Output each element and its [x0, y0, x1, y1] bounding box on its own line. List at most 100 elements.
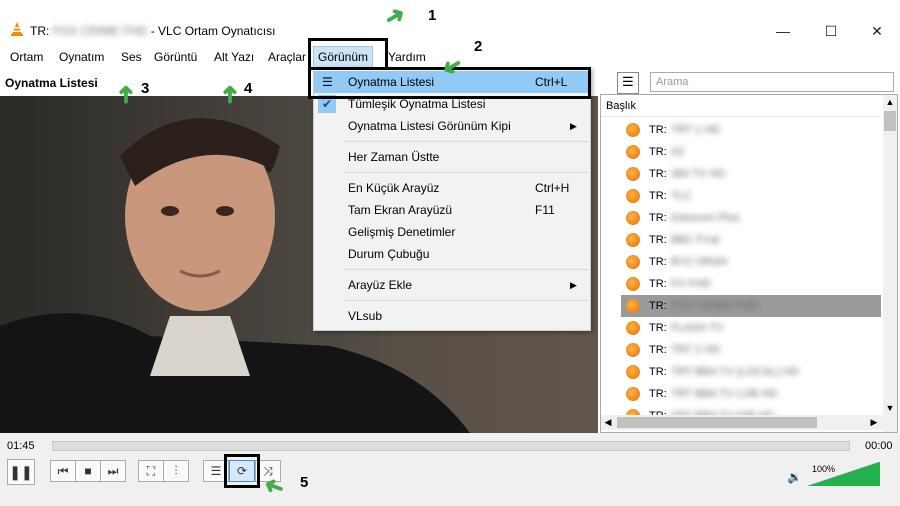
row-prefix: TR: — [649, 256, 667, 268]
item-label: En Küçük Arayüz — [348, 181, 440, 195]
gorunum-dropdown: ☰ Oynatma Listesi Ctrl+L ✔ Tümleşik Oyna… — [313, 67, 591, 331]
row-title: A2 — [671, 146, 685, 158]
annotation-arrow-3: ➜ — [112, 84, 140, 105]
menu-goruntu[interactable]: Görüntü — [150, 46, 201, 68]
annotation-number-4: 4 — [244, 80, 253, 97]
item-label: Tam Ekran Arayüzü — [348, 203, 453, 217]
maximize-button[interactable]: ☐ — [808, 18, 854, 44]
horizontal-scrollbar[interactable]: ◀ ▶ — [601, 415, 883, 430]
row-title: TRT BBA TV (LOCAL) HD — [671, 366, 799, 378]
row-prefix: TR: — [649, 146, 667, 158]
row-title: BYZ ORAN — [671, 256, 728, 268]
scroll-left-icon[interactable]: ◀ — [601, 415, 615, 430]
scroll-up-icon[interactable]: ▲ — [883, 95, 897, 109]
previous-button[interactable]: ⏮ — [50, 460, 76, 482]
vlc-globe-icon — [626, 299, 640, 313]
menu-item-arayuz-ekle[interactable]: Arayüz Ekle ▶ — [314, 274, 590, 296]
playlist-row[interactable]: TR: FLASH TV — [621, 317, 881, 339]
minimize-button[interactable]: — — [760, 18, 806, 44]
playlist-row[interactable]: TR: TRT BBA TV LOB HD — [621, 383, 881, 405]
total-time: 00:00 — [865, 440, 893, 452]
scroll-down-icon[interactable]: ▼ — [883, 401, 897, 415]
row-prefix: TR: — [649, 366, 667, 378]
volume-percent: 100% — [812, 464, 836, 474]
row-title: TRT BBA TV LOB HD — [671, 388, 778, 400]
scroll-right-icon[interactable]: ▶ — [867, 415, 881, 430]
menu-item-en-kucuk-arayuz[interactable]: En Küçük Arayüz Ctrl+H — [314, 177, 590, 199]
close-button[interactable]: ✕ — [854, 18, 900, 44]
playlist-row[interactable]: TR: BYZ ORAN — [621, 251, 881, 273]
pause-button[interactable]: ❚❚ — [7, 459, 35, 485]
fullscreen-button[interactable]: ⛶ — [138, 460, 164, 482]
playlist-row[interactable]: TR: TRT 2 HD — [621, 339, 881, 361]
menu-alt-yazi[interactable]: Alt Yazı — [210, 46, 258, 68]
playlist-row[interactable]: TR: A2 — [621, 141, 881, 163]
item-label: VLsub — [348, 309, 383, 323]
extended-settings-button[interactable]: ⫶ — [163, 460, 189, 482]
menu-item-her-zaman-ustte[interactable]: Her Zaman Üstte — [314, 146, 590, 168]
scroll-thumb[interactable] — [617, 417, 817, 428]
row-prefix: TR: — [649, 234, 667, 246]
title-channel: FOX CRIME FHD — [52, 24, 148, 38]
annotation-number-1: 1 — [428, 7, 437, 24]
row-prefix: TR: — [649, 300, 667, 312]
annotation-number-2: 2 — [474, 38, 483, 55]
scroll-thumb[interactable] — [884, 111, 896, 131]
vlc-globe-icon — [626, 233, 640, 247]
title-app: - VLC Ortam Oynatıcısı — [150, 24, 276, 38]
row-title: FOX CRIME FHD — [671, 300, 758, 312]
annotation-arrow-4: ➜ — [216, 84, 244, 105]
row-prefix: TR: — [649, 278, 667, 290]
menu-ses[interactable]: Ses — [117, 46, 146, 68]
menu-item-vlsub[interactable]: VLsub — [314, 305, 590, 327]
stop-button[interactable]: ■ — [75, 460, 101, 482]
menu-yardim[interactable]: Yardım — [384, 46, 430, 68]
annotation-box-5 — [224, 454, 260, 488]
row-prefix: TR: — [649, 388, 667, 400]
menu-item-gelismis-denetimler[interactable]: Gelişmiş Denetimler — [314, 221, 590, 243]
vlc-globe-icon — [626, 211, 640, 225]
vlc-globe-icon — [626, 365, 640, 379]
playlist-row[interactable]: TR: TLC — [621, 185, 881, 207]
submenu-arrow-icon: ▶ — [570, 121, 577, 131]
speaker-icon[interactable]: 🔉 — [787, 470, 802, 484]
menu-item-durum-cubugu[interactable]: Durum Çubuğu — [314, 243, 590, 265]
search-input[interactable]: Arama — [650, 72, 894, 92]
menu-oynatim[interactable]: Oynatım — [55, 46, 108, 68]
row-title: TRT 1 HD — [671, 124, 721, 136]
vlc-globe-icon — [626, 255, 640, 269]
playlist-row[interactable]: TR: Dolunum Plus — [621, 207, 881, 229]
title-prefix: TR: — [30, 24, 50, 38]
row-prefix: TR: — [649, 322, 667, 334]
playlist-row[interactable]: TR: TRT 1 HD — [621, 119, 881, 141]
playlist-title: Oynatma Listesi — [5, 76, 98, 90]
annotation-box-1 — [308, 38, 388, 70]
vlc-globe-icon — [626, 123, 640, 137]
playlist-row[interactable]: TR: BBC Fırat — [621, 229, 881, 251]
vlc-globe-icon — [626, 189, 640, 203]
playlist-row[interactable]: TR: FX FHD — [621, 273, 881, 295]
vlc-globe-icon — [626, 145, 640, 159]
next-button[interactable]: ⏭ — [100, 460, 126, 482]
vlc-globe-icon — [626, 387, 640, 401]
seek-bar[interactable] — [52, 441, 850, 451]
vertical-scrollbar[interactable]: ▲ ▼ — [883, 95, 897, 432]
playlist-panel: Başlık TR: TRT 1 HD TR: A2 TR: 360 TV HD TR: TL… — [600, 94, 898, 433]
playlist-row[interactable]: TR: 360 TV HD — [621, 163, 881, 185]
row-prefix: TR: — [649, 190, 667, 202]
row-title: FX FHD — [671, 278, 711, 290]
annotation-number-5: 5 — [300, 474, 309, 491]
vlc-globe-icon — [626, 321, 640, 335]
column-header-baslik[interactable]: Başlık — [601, 95, 881, 117]
menu-ortam[interactable]: Ortam — [6, 46, 47, 68]
playlist-row[interactable]: TR: TRT BBA TV (LOCAL) HD — [621, 361, 881, 383]
menu-separator — [344, 172, 588, 173]
menu-item-tam-ekran-arayuzu[interactable]: Tam Ekran Arayüzü F11 — [314, 199, 590, 221]
window-title: TR: FOX CRIME FHD - VLC Ortam Oynatıcısı — [30, 24, 275, 38]
vlc-cone-icon — [11, 22, 23, 36]
menu-item-gorunum-kipi[interactable]: Oynatma Listesi Görünüm Kipi ▶ — [314, 115, 590, 137]
playlist-row[interactable]: TR: FOX CRIME FHD — [621, 295, 881, 317]
playlist-view-toggle-button[interactable]: ☰ — [617, 72, 639, 94]
row-prefix: TR: — [649, 344, 667, 356]
menu-araclar[interactable]: Araçlar — [264, 46, 310, 68]
